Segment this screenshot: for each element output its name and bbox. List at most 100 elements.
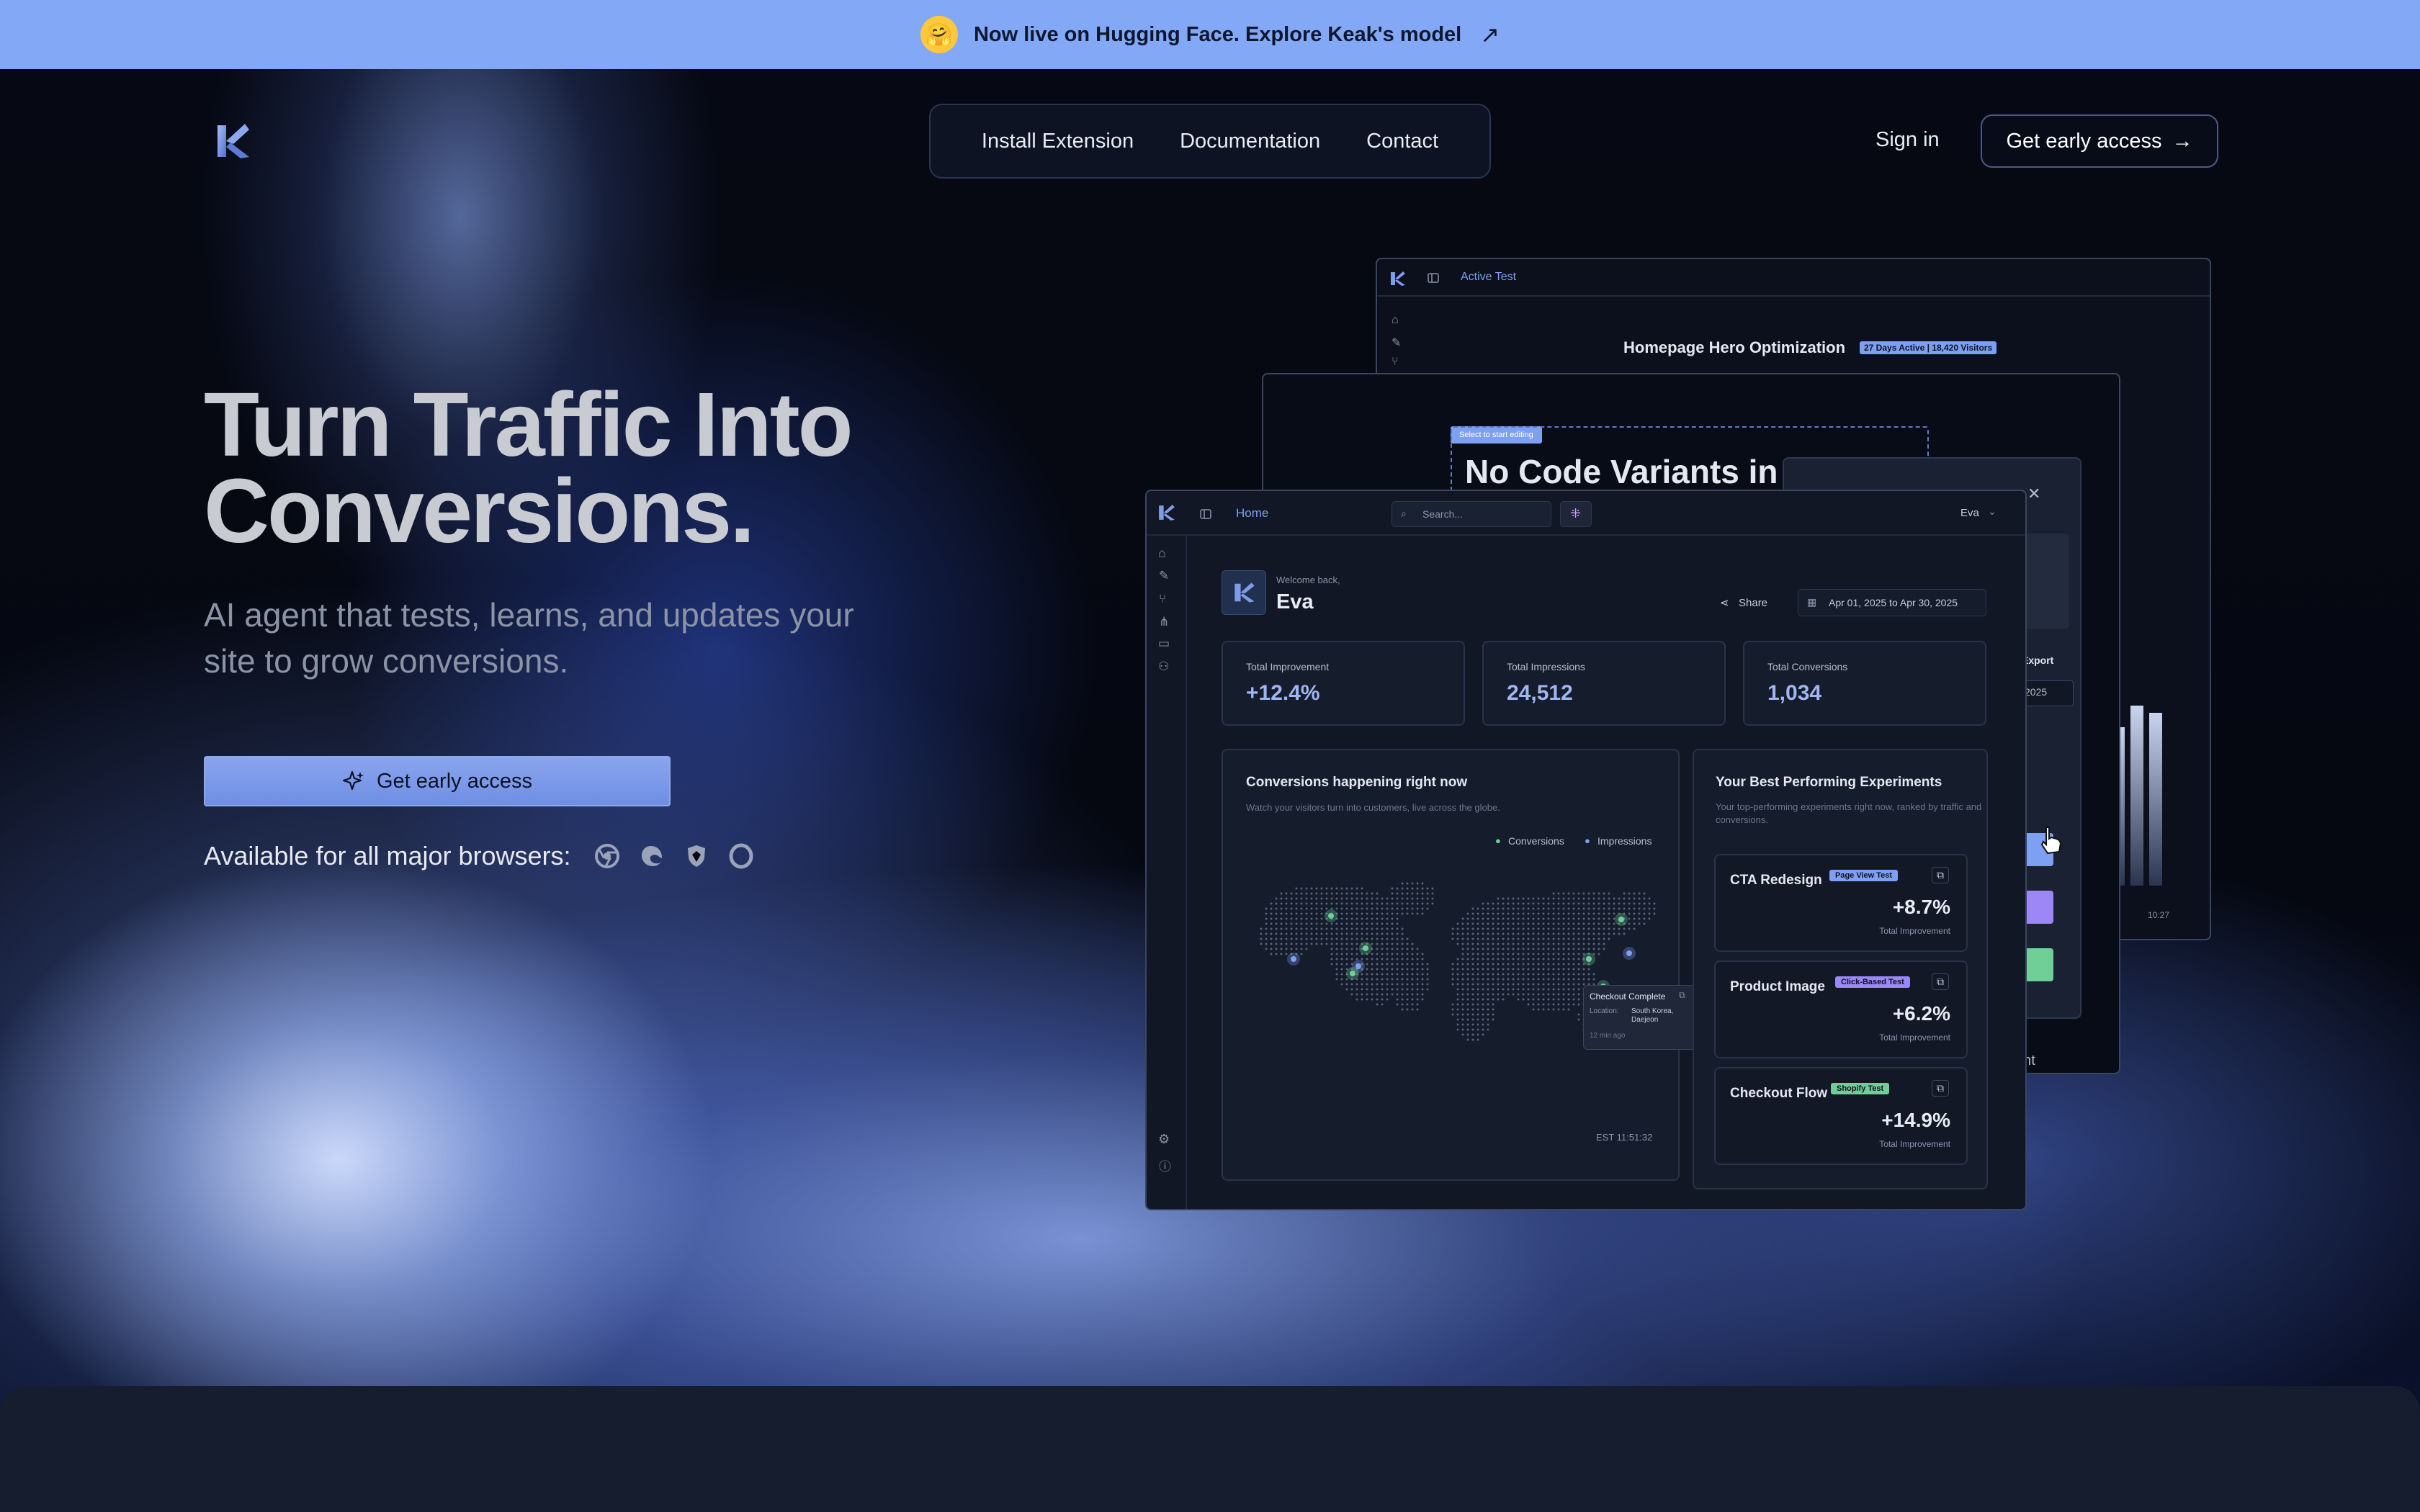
date-range-picker[interactable]: ▦ Apr 01, 2025 to Apr 30, 2025 bbox=[1798, 589, 1986, 616]
nav-contact[interactable]: Contact bbox=[1366, 130, 1438, 153]
test-title: Homepage Hero Optimization bbox=[1623, 338, 1846, 356]
stat-label: Total Improvement bbox=[1246, 661, 1330, 672]
stat-value: 24,512 bbox=[1507, 681, 1573, 705]
chart-time-label: 10:27 bbox=[2148, 910, 2170, 920]
keak-logo-small[interactable] bbox=[1158, 504, 1175, 521]
arrow-up-right-icon: ↗ bbox=[1480, 22, 1500, 48]
experiment-caption: Total Improvement bbox=[1879, 1032, 1950, 1043]
help-icon[interactable]: ⓘ bbox=[1159, 1156, 1171, 1174]
hugging-face-icon: 🤗 bbox=[920, 16, 958, 53]
get-early-access-label: Get early access bbox=[2006, 129, 2162, 153]
avatar bbox=[1222, 570, 1266, 615]
hand-cursor-icon bbox=[2040, 827, 2062, 855]
sparkle-icon bbox=[342, 770, 364, 791]
legend-impressions: Impressions bbox=[1597, 835, 1652, 847]
tooltip-time: 12 min ago bbox=[1590, 1032, 1626, 1040]
date-picker[interactable]: 2025 bbox=[2025, 686, 2047, 698]
editor-heading[interactable]: No Code Variants in S bbox=[1465, 452, 1809, 491]
chrome-icon[interactable] bbox=[594, 843, 620, 869]
slack-icon: ⁜ bbox=[1570, 506, 1582, 521]
experiment-item[interactable]: Checkout Flow Shopify Test ⧉ +14.9% Tota… bbox=[1714, 1067, 1968, 1165]
share-button[interactable]: Share bbox=[1739, 597, 1767, 609]
nav-documentation[interactable]: Documentation bbox=[1180, 130, 1320, 153]
experiment-item[interactable]: CTA Redesign Page View Test ⧉ +8.7% Tota… bbox=[1714, 854, 1968, 952]
hero-title-line-1: Turn Traffic Into bbox=[204, 374, 853, 475]
legend-conversions: Conversions bbox=[1508, 835, 1564, 847]
map-title: Conversions happening right now bbox=[1246, 775, 1468, 790]
brave-icon[interactable] bbox=[684, 843, 709, 869]
book-icon[interactable]: ▭ bbox=[1158, 636, 1170, 651]
home-icon[interactable]: ⌂ bbox=[1392, 314, 1404, 327]
stat-card-improvement: Total Improvement +12.4% bbox=[1222, 641, 1465, 726]
slack-button[interactable]: ⁜ bbox=[1560, 501, 1592, 527]
arrow-right-icon: → bbox=[2172, 129, 2193, 153]
branch-icon[interactable]: ⑂ bbox=[1159, 592, 1166, 606]
experiments-subtitle: Your top-performing experiments right no… bbox=[1716, 801, 1982, 825]
edge-icon[interactable] bbox=[639, 843, 665, 869]
stat-card-conversions: Total Conversions 1,034 bbox=[1743, 641, 1986, 726]
experiment-name: Product Image bbox=[1730, 979, 1825, 994]
banner-text[interactable]: Now live on Hugging Face. Explore Keak's… bbox=[974, 23, 1461, 47]
breadcrumb-home[interactable]: Home bbox=[1236, 506, 1268, 521]
map-subtitle: Watch your visitors turn into customers,… bbox=[1246, 802, 1500, 813]
branch-icon[interactable]: ⑂ bbox=[1392, 356, 1404, 369]
external-link-icon[interactable]: ⧉ bbox=[1932, 973, 1949, 990]
home-icon[interactable]: ⌂ bbox=[1158, 546, 1166, 561]
hero-title-line-2: Conversions. bbox=[204, 460, 755, 562]
stat-value: +12.4% bbox=[1246, 681, 1320, 705]
announcement-banner[interactable]: 🤗 Now live on Hugging Face. Explore Keak… bbox=[0, 0, 2420, 69]
gear-icon[interactable]: ⚙ bbox=[1158, 1132, 1170, 1147]
nav-install-extension[interactable]: Install Extension bbox=[982, 130, 1134, 153]
active-test-tab[interactable]: Active Test bbox=[1461, 271, 1516, 284]
browsers-label: Available for all major browsers: bbox=[204, 841, 571, 870]
impressions-dot-icon: ● bbox=[1585, 835, 1590, 846]
sign-in-link[interactable]: Sign in bbox=[1876, 128, 1940, 152]
opera-icon[interactable] bbox=[728, 843, 754, 869]
experiments-card: Your Best Performing Experiments Your to… bbox=[1693, 749, 1988, 1189]
network-icon[interactable]: ⋔ bbox=[1159, 615, 1169, 629]
next-section-panel bbox=[0, 1386, 2420, 1512]
pencil-icon[interactable]: ✎ bbox=[1159, 569, 1169, 583]
browser-support: Available for all major browsers: bbox=[204, 841, 754, 871]
pencil-icon[interactable]: ✎ bbox=[1392, 336, 1404, 349]
keak-logo-small bbox=[1391, 271, 1405, 286]
get-early-access-button[interactable]: Get early access → bbox=[1981, 114, 2218, 168]
external-link-icon[interactable]: ⧉ bbox=[1679, 990, 1685, 1001]
experiment-name: CTA Redesign bbox=[1730, 873, 1822, 888]
stat-value: 1,034 bbox=[1767, 681, 1822, 705]
calendar-icon: ▦ bbox=[1807, 596, 1817, 608]
experiment-item[interactable]: Product Image Click-Based Test ⧉ +6.2% T… bbox=[1714, 960, 1968, 1058]
map-clock: EST 11:51:32 bbox=[1596, 1132, 1653, 1143]
hero-early-access-button[interactable]: Get early access bbox=[204, 756, 671, 806]
tooltip-title: Checkout Complete bbox=[1590, 991, 1666, 1002]
experiment-caption: Total Improvement bbox=[1879, 926, 1950, 936]
search-icon: ⌕ bbox=[1401, 508, 1407, 519]
map-tooltip: Checkout Complete ⧉ Location: South Kore… bbox=[1583, 985, 1700, 1050]
external-link-icon[interactable]: ⧉ bbox=[1932, 1080, 1949, 1097]
tooltip-location-value: South Korea, Daejeon bbox=[1631, 1007, 1674, 1024]
share-icon: ⋖ bbox=[1720, 597, 1729, 609]
user-menu[interactable]: Eva bbox=[1960, 507, 1979, 519]
keak-logo[interactable] bbox=[216, 122, 251, 160]
experiment-value: +8.7% bbox=[1892, 896, 1950, 918]
external-link-icon[interactable]: ⧉ bbox=[1932, 867, 1949, 883]
stat-label: Total Conversions bbox=[1767, 661, 1848, 672]
sidebar-toggle-icon[interactable] bbox=[1428, 272, 1439, 284]
bar-chart-preview bbox=[2112, 648, 2184, 886]
search-input[interactable]: ⌕ Search... bbox=[1392, 501, 1551, 527]
dashboard-window: Home ⌕ Search... ⁜ Eva ⌄ ⌂ ✎ ⑂ ⋔ ▭ ⚇ ⚙ ⓘ… bbox=[1145, 490, 2027, 1210]
users-icon[interactable]: ⚇ bbox=[1158, 660, 1169, 674]
user-name: Eva bbox=[1276, 590, 1314, 613]
conversions-dot-icon: ● bbox=[1495, 835, 1501, 846]
date-range-text: Apr 01, 2025 to Apr 30, 2025 bbox=[1829, 597, 1958, 608]
stat-card-impressions: Total Impressions 24,512 bbox=[1482, 641, 1726, 726]
chevron-down-icon[interactable]: ⌄ bbox=[1988, 505, 1996, 518]
dashboard-sidebar: ⌂ ✎ ⑂ ⋔ ▭ ⚇ ⚙ ⓘ bbox=[1147, 536, 1187, 1209]
stat-label: Total Impressions bbox=[1507, 661, 1585, 672]
experiment-value: +6.2% bbox=[1892, 1002, 1950, 1025]
close-icon[interactable]: ✕ bbox=[2027, 485, 2040, 503]
test-status-badge: 27 Days Active | 18,420 Visitors bbox=[1860, 341, 1997, 354]
search-placeholder: Search... bbox=[1422, 508, 1464, 520]
sidebar-toggle-icon[interactable] bbox=[1200, 508, 1211, 520]
experiment-tag: Page View Test bbox=[1829, 870, 1899, 881]
